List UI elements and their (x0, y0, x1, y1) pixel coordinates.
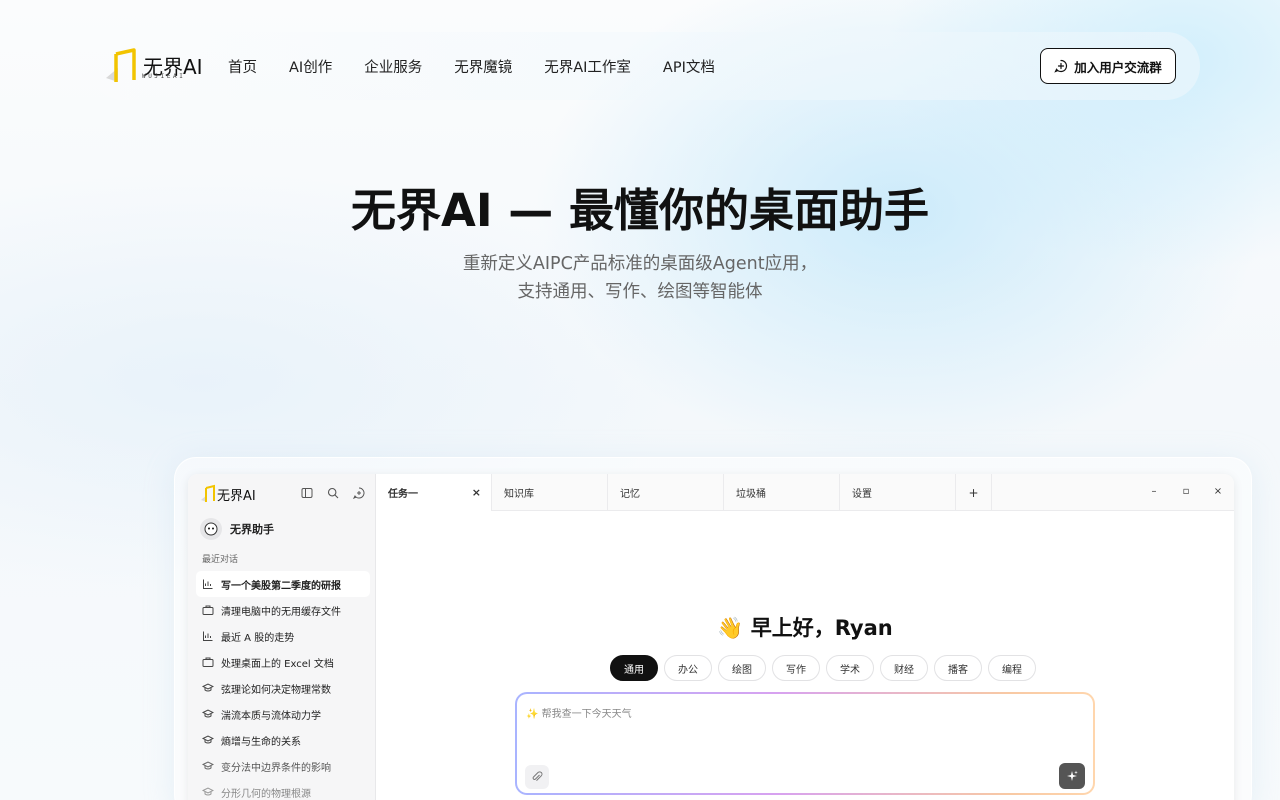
recent-conversation-item[interactable]: 湍流本质与流体动力学 (196, 701, 370, 727)
prompt-input-area[interactable]: ✨ 帮我查一下今天天气 (517, 694, 1093, 793)
tab-label: 设置 (852, 489, 872, 500)
chip-podcast[interactable]: 播客 (934, 655, 982, 681)
graduation-cap-icon (202, 761, 214, 770)
nav-link-home[interactable]: 首页 (228, 56, 257, 77)
recent-conversation-list: 写一个美股第二季度的研报 清理电脑中的无用缓存文件 最近 A 股的走势 处理桌面… (196, 571, 370, 800)
chart-icon (203, 579, 213, 589)
recent-conversation-label: 写一个美股第二季度的研报 (221, 580, 341, 592)
assistant-entry[interactable]: 无界助手 (200, 518, 274, 540)
recent-conversations-label: 最近对话 (202, 555, 239, 565)
recent-conversation-label: 清理电脑中的无用缓存文件 (221, 606, 341, 618)
brand-wordmark-sub: WUJIEAI (142, 73, 186, 80)
recent-conversation-item[interactable]: 写一个美股第二季度的研报 (196, 571, 370, 597)
recent-conversation-label: 湍流本质与流体动力学 (221, 710, 321, 722)
chip-academic[interactable]: 学术 (826, 655, 874, 681)
chip-coding[interactable]: 编程 (988, 655, 1036, 681)
app-window: 无界AI 无界助手 最近对话 写一个美股第二季度的研报 清理电脑中的无用缓存文件… (188, 474, 1234, 800)
recent-conversation-item[interactable]: 处理桌面上的 Excel 文档 (196, 649, 370, 675)
recent-conversation-label: 熵增与生命的关系 (221, 736, 301, 748)
tab-knowledge-base[interactable]: 知识库 (492, 474, 608, 511)
tab-label: 任务一 (388, 489, 418, 500)
tab-bar: 任务一 × 知识库 记忆 垃圾桶 设置 + – ▫ × (376, 474, 1234, 511)
nav-link-mirror[interactable]: 无界魔镜 (454, 56, 512, 77)
nav-link-studio[interactable]: 无界AI工作室 (544, 56, 631, 77)
tab-trash[interactable]: 垃圾桶 (724, 474, 840, 511)
tab-label: 记忆 (620, 489, 640, 500)
hero-subtitle-line1: 重新定义AIPC产品标准的桌面级Agent应用， (462, 254, 818, 274)
graduation-cap-icon (202, 683, 214, 692)
sidebar-toolbar (300, 486, 366, 500)
chip-general[interactable]: 通用 (610, 655, 658, 681)
chip-finance[interactable]: 财经 (880, 655, 928, 681)
nav-links: 首页 AI创作 企业服务 无界魔镜 无界AI工作室 API文档 (228, 56, 715, 77)
nav-link-ai-create[interactable]: AI创作 (289, 56, 332, 77)
chat-plus-icon (1054, 59, 1068, 73)
assistant-avatar (200, 518, 222, 540)
hero-title: 无界AI — 最懂你的桌面助手 (351, 184, 929, 237)
tab-label: 垃圾桶 (736, 489, 766, 500)
recent-conversation-label: 最近 A 股的走势 (221, 632, 295, 644)
recent-conversation-label: 分形几何的物理根源 (221, 788, 311, 800)
tab-task-one[interactable]: 任务一 × (376, 474, 492, 511)
search-icon[interactable] (326, 486, 340, 500)
attachment-icon[interactable] (525, 765, 549, 789)
window-close-icon[interactable]: × (1211, 486, 1225, 497)
maximize-icon[interactable]: ▫ (1179, 486, 1193, 497)
graduation-cap-icon (202, 787, 214, 796)
recent-conversation-label: 变分法中边界条件的影响 (221, 762, 331, 774)
recent-conversation-item[interactable]: 分形几何的物理根源 (196, 779, 370, 800)
recent-conversation-item[interactable]: 变分法中边界条件的影响 (196, 753, 370, 779)
minimize-icon[interactable]: – (1147, 486, 1161, 497)
recent-conversation-item[interactable]: 清理电脑中的无用缓存文件 (196, 597, 370, 623)
chart-icon (203, 631, 213, 641)
recent-conversation-label: 弦理论如何决定物理常数 (221, 684, 331, 696)
greeting-heading: 👋 早上好，Ryan (717, 616, 893, 640)
recent-conversation-item[interactable]: 最近 A 股的走势 (196, 623, 370, 649)
tab-memory[interactable]: 记忆 (608, 474, 724, 511)
briefcase-icon (202, 657, 214, 667)
tab-label: 知识库 (504, 489, 534, 500)
new-chat-icon[interactable] (352, 486, 366, 500)
nav-link-enterprise[interactable]: 企业服务 (364, 56, 422, 77)
briefcase-icon (202, 605, 214, 615)
prompt-input-box: ✨ 帮我查一下今天天气 (515, 692, 1095, 795)
join-button-label: 加入用户交流群 (1074, 59, 1162, 75)
close-icon[interactable]: × (472, 486, 481, 499)
hero-subtitle-line2: 支持通用、写作、绘图等智能体 (517, 282, 763, 302)
app-sidebar: 无界AI 无界助手 最近对话 写一个美股第二季度的研报 清理电脑中的无用缓存文件… (188, 474, 376, 800)
assistant-name: 无界助手 (230, 523, 274, 536)
app-logo-text: 无界AI (217, 489, 256, 504)
add-tab-icon[interactable]: + (956, 474, 992, 511)
chip-office[interactable]: 办公 (664, 655, 712, 681)
graduation-cap-icon (202, 735, 214, 744)
join-user-group-button[interactable]: 加入用户交流群 (1040, 48, 1176, 84)
recent-conversation-item[interactable]: 熵增与生命的关系 (196, 727, 370, 753)
graduation-cap-icon (202, 709, 214, 718)
sidebar-toggle-icon[interactable] (300, 486, 314, 500)
tab-settings[interactable]: 设置 (840, 474, 956, 511)
recent-conversation-label: 处理桌面上的 Excel 文档 (221, 658, 334, 670)
agent-category-chips: 通用 办公 绘图 写作 学术 财经 播客 编程 (610, 655, 1036, 681)
chip-drawing[interactable]: 绘图 (718, 655, 766, 681)
hero-subtitle: 重新定义AIPC产品标准的桌面级Agent应用， 支持通用、写作、绘图等智能体 (0, 250, 1280, 306)
prompt-placeholder: ✨ 帮我查一下今天天气 (526, 709, 632, 720)
chip-writing[interactable]: 写作 (772, 655, 820, 681)
send-sparkle-icon[interactable] (1059, 763, 1085, 789)
nav-link-api-docs[interactable]: API文档 (663, 56, 715, 77)
recent-conversation-item[interactable]: 弦理论如何决定物理常数 (196, 675, 370, 701)
